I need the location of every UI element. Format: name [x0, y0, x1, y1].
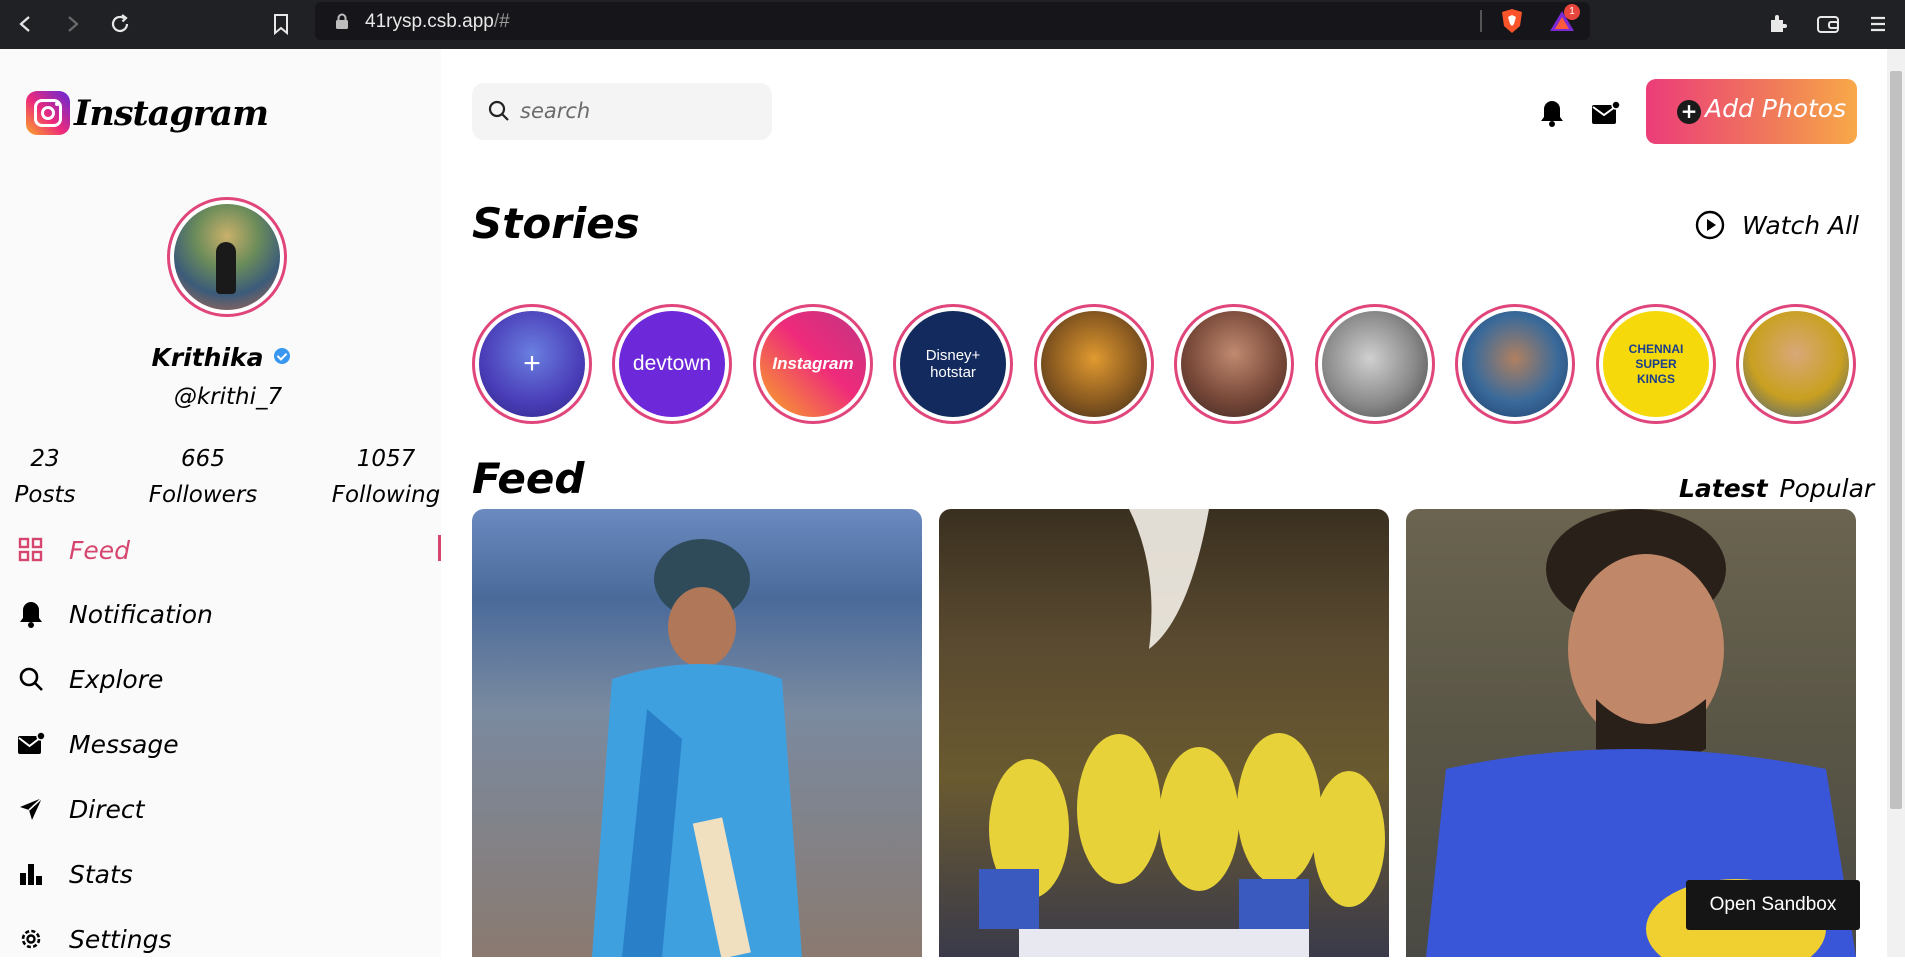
url-path: /#: [493, 11, 510, 32]
scrollbar[interactable]: [1887, 49, 1905, 957]
profile-handle: @krithi_7: [173, 384, 283, 410]
feed-post[interactable]: [472, 509, 922, 957]
post-image: [979, 509, 1385, 957]
story-user-8[interactable]: [1455, 304, 1575, 424]
stat-label: Posts: [14, 482, 76, 508]
feed-post[interactable]: [939, 509, 1389, 957]
gear-icon: [16, 924, 46, 954]
search-icon: [16, 664, 46, 694]
stat-posts: 23 Posts: [12, 441, 78, 513]
sidebar-item-label: Settings: [69, 924, 172, 954]
sidebar-item-label: Stats: [69, 859, 133, 889]
story-instagram[interactable]: Instagram: [753, 304, 873, 424]
add-photos-label: Add Photos: [1705, 94, 1847, 123]
story-hotstar[interactable]: Disney+ hotstar: [893, 304, 1013, 424]
add-photos-button[interactable]: + Add Photos: [1646, 79, 1857, 144]
mail-icon: [16, 729, 46, 759]
extensions-icon[interactable]: [1762, 8, 1794, 40]
browser-toolbar: 41rysp.csb.app/# 1: [0, 0, 1905, 49]
send-icon: [16, 794, 46, 824]
avatar[interactable]: [167, 197, 287, 317]
sidebar-item-label: Notification: [69, 599, 213, 629]
sidebar-item-explore[interactable]: Explore: [0, 654, 441, 704]
story-photo: [1462, 311, 1568, 417]
tab-latest[interactable]: Latest: [1679, 474, 1768, 503]
url-domain: 41rysp.csb.app: [365, 11, 494, 32]
bell-icon[interactable]: [1536, 97, 1568, 129]
sidebar-item-label: Explore: [69, 664, 164, 694]
story-photo: [1181, 311, 1287, 417]
story-label: Disney+ hotstar: [900, 311, 1006, 417]
wallet-icon[interactable]: [1812, 8, 1844, 40]
menu-icon[interactable]: [1862, 8, 1894, 40]
story-user-7[interactable]: [1315, 304, 1435, 424]
story-user-10[interactable]: [1736, 304, 1856, 424]
stat-value: 665: [181, 446, 225, 472]
story-label: CHENNAI SUPER KINGS: [1603, 311, 1709, 417]
story-photo: [1041, 311, 1147, 417]
story-devtown[interactable]: devtown: [612, 304, 732, 424]
story-csk[interactable]: CHENNAI SUPER KINGS: [1596, 304, 1716, 424]
search-bar[interactable]: [472, 83, 772, 140]
forward-icon[interactable]: [56, 8, 88, 40]
sidebar-item-label: Message: [69, 729, 179, 759]
watch-all-label: Watch All: [1742, 210, 1860, 240]
stat-value: 1057: [356, 446, 416, 472]
story-add[interactable]: +: [472, 304, 592, 424]
sidebar-item-message[interactable]: Message: [0, 719, 441, 769]
sidebar-item-label: Direct: [69, 794, 145, 824]
stories-heading: Stories: [472, 199, 640, 248]
reload-icon[interactable]: [104, 8, 136, 40]
watch-all-button[interactable]: Watch All: [1694, 209, 1859, 241]
stat-label: Followers: [148, 482, 258, 508]
post-image: [592, 539, 802, 957]
profile-name: Krithika: [0, 343, 441, 372]
sidebar-item-stats[interactable]: Stats: [0, 849, 441, 899]
profile-name-text: Krithika: [151, 343, 264, 372]
rewards-badge: 1: [1564, 4, 1580, 20]
bar-chart-icon: [16, 859, 46, 889]
mail-icon[interactable]: [1590, 97, 1622, 129]
page: Instagram Krithika @krithi_7 23 Posts 66…: [0, 49, 1905, 957]
play-circle-icon: [1695, 210, 1725, 240]
verified-badge-icon: [273, 348, 290, 364]
back-icon[interactable]: [10, 8, 42, 40]
story-user-6[interactable]: [1174, 304, 1294, 424]
story-photo: [1322, 311, 1428, 417]
stat-followers: 665 Followers: [146, 441, 260, 513]
lock-icon: [335, 13, 349, 33]
url-text: 41rysp.csb.app/#: [365, 11, 510, 33]
logo[interactable]: Instagram: [26, 91, 269, 135]
feed-tabs: Latest Popular: [1679, 474, 1874, 503]
story-label: Instagram: [760, 311, 866, 417]
sidebar-item-label: Feed: [69, 535, 131, 565]
feed-heading: Feed: [472, 454, 585, 503]
stat-value: 23: [30, 446, 60, 472]
sidebar-item-direct[interactable]: Direct: [0, 784, 441, 834]
story-label: +: [479, 311, 585, 417]
brave-shield-icon[interactable]: [1500, 8, 1524, 38]
sidebar-item-notification[interactable]: Notification: [0, 589, 441, 639]
bell-icon: [16, 599, 46, 629]
story-photo: [1743, 311, 1849, 417]
plus-icon: +: [1677, 100, 1701, 124]
grid-icon: [16, 535, 46, 565]
sidebar-item-feed[interactable]: Feed: [0, 525, 441, 575]
address-bar[interactable]: 41rysp.csb.app/# 1: [315, 2, 1590, 40]
story-label: devtown: [619, 311, 725, 417]
logo-text: Instagram: [74, 92, 269, 134]
avatar-photo: [174, 204, 280, 310]
instagram-logo-icon: [26, 91, 70, 135]
tab-popular[interactable]: Popular: [1780, 474, 1875, 503]
stat-following: 1057 Following: [330, 441, 442, 513]
open-sandbox-button[interactable]: Open Sandbox: [1686, 880, 1860, 930]
sidebar: Instagram Krithika @krithi_7 23 Posts 66…: [0, 49, 441, 957]
scroll-thumb[interactable]: [1890, 71, 1902, 809]
divider: [1480, 10, 1482, 32]
search-input[interactable]: [520, 96, 760, 126]
bookmark-icon[interactable]: [265, 8, 297, 40]
story-user-5[interactable]: [1034, 304, 1154, 424]
search-icon: [488, 100, 510, 126]
stat-label: Following: [331, 482, 441, 508]
